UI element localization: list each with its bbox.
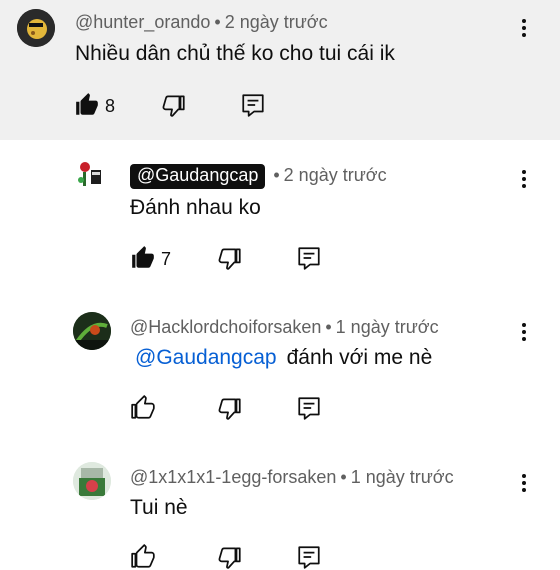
like-count: 7	[161, 249, 172, 269]
more-vert-icon[interactable]	[512, 16, 536, 40]
comment-author[interactable]: @Gaudangcap	[130, 164, 266, 189]
avatar[interactable]	[73, 462, 111, 500]
comment-thread: @hunter_orando • 2 ngày trước Nhiều dân ch…	[0, 0, 560, 140]
comment-time[interactable]: 2 ngày trước	[225, 12, 328, 32]
dislike-icon[interactable]	[217, 245, 243, 271]
comment-reply: @1x1x1x1-1egg-forsaken • 1 ngày trước Tui …	[0, 440, 560, 569]
comment-text-body: đánh với me nè	[286, 346, 433, 369]
reply-icon[interactable]	[296, 245, 322, 271]
like-icon[interactable]	[130, 395, 156, 421]
like-icon[interactable]	[130, 245, 156, 271]
comment-reply: @Gaudangcap • 2 ngày trước Đánh nhau ko 7	[0, 140, 560, 290]
reply-icon[interactable]	[240, 92, 266, 118]
comment-meta: @Gaudangcap • 2 ngày trước	[130, 164, 387, 189]
comment-meta: @Hacklordchoiforsaken • 1 ngày trước	[130, 317, 439, 338]
separator: •	[214, 12, 221, 32]
reply-icon[interactable]	[296, 395, 322, 421]
dislike-icon[interactable]	[217, 395, 243, 421]
comment-text: @Gaudangcap đánh với me nè	[135, 346, 432, 370]
comment-text: Đánh nhau ko	[130, 196, 261, 219]
comment-text: Tui nè	[130, 496, 188, 519]
dislike-icon[interactable]	[217, 544, 243, 570]
dislike-icon[interactable]	[161, 92, 187, 118]
avatar[interactable]	[73, 158, 107, 192]
reply-icon[interactable]	[296, 544, 322, 570]
separator: •	[273, 165, 280, 185]
comment-text: Nhiều dân chủ thế ko cho tui cái ik	[75, 42, 395, 65]
more-vert-icon[interactable]	[512, 320, 536, 344]
comment-meta: @1x1x1x1-1egg-forsaken • 1 ngày trước	[130, 467, 454, 488]
comment-time[interactable]: 1 ngày trước	[336, 317, 439, 337]
comment-author[interactable]: @1x1x1x1-1egg-forsaken	[130, 467, 336, 487]
comment-author[interactable]: @hunter_orando	[75, 12, 210, 32]
comment-meta: @hunter_orando • 2 ngày trước	[75, 12, 328, 33]
like-count: 8	[105, 96, 116, 116]
avatar[interactable]	[73, 312, 111, 350]
more-vert-icon[interactable]	[512, 471, 536, 495]
like-icon[interactable]	[74, 92, 100, 118]
separator: •	[325, 317, 332, 337]
like-icon[interactable]	[130, 544, 156, 570]
more-vert-icon[interactable]	[512, 167, 536, 191]
comment-time[interactable]: 2 ngày trước	[284, 165, 387, 185]
mention-link[interactable]: @Gaudangcap	[135, 346, 277, 369]
comment-reply: @Hacklordchoiforsaken • 1 ngày trước @Gaud…	[0, 290, 560, 440]
comment-time[interactable]: 1 ngày trước	[351, 467, 454, 487]
separator: •	[340, 467, 347, 487]
comment-author[interactable]: @Hacklordchoiforsaken	[130, 317, 321, 337]
avatar[interactable]	[17, 9, 55, 47]
